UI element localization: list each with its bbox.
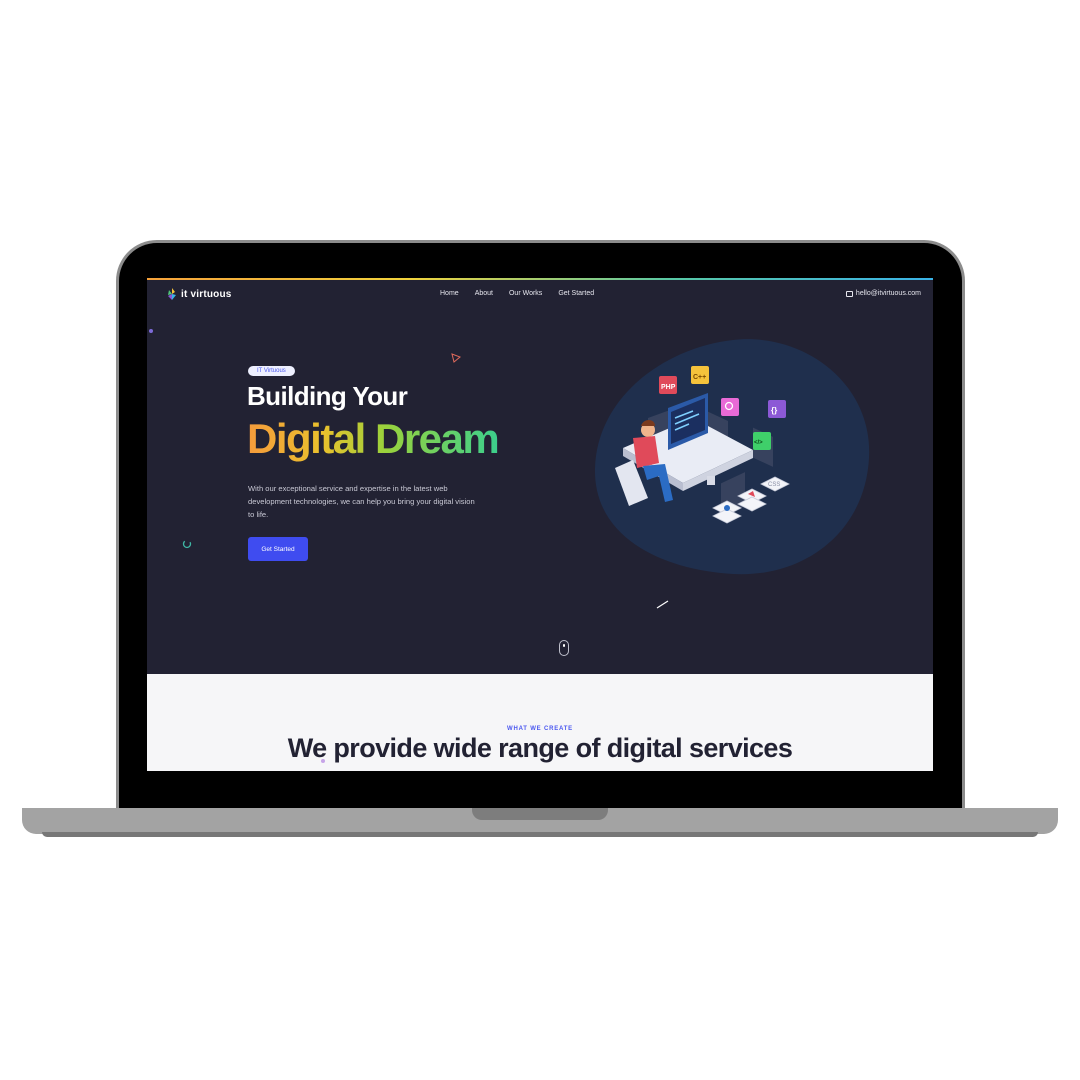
tile-code: </> <box>754 440 763 446</box>
brand-name: it virtuous <box>181 288 232 300</box>
services-eyebrow: WHAT WE CREATE <box>507 726 573 732</box>
get-started-button[interactable]: Get Started <box>248 537 308 561</box>
browser-viewport: it virtuous Home About Our Works Get Sta… <box>147 278 933 771</box>
laptop-base-shadow <box>42 832 1038 837</box>
hero-title-line2: Digital Dream <box>247 415 500 462</box>
tile-php: PHP <box>661 384 676 391</box>
laptop-notch <box>472 808 608 820</box>
tile-braces: {} <box>771 406 777 415</box>
hero-badge: IT Virtuous <box>248 366 295 376</box>
nav-our-works[interactable]: Our Works <box>509 290 542 297</box>
main-menu: Home About Our Works Get Started <box>440 290 594 297</box>
services-section: WHAT WE CREATE We provide wide range of … <box>147 674 933 771</box>
decor-dot <box>149 329 153 333</box>
ring-decor-icon <box>182 539 192 549</box>
line-decor-icon <box>656 600 669 609</box>
tile-css: CSS <box>768 482 780 488</box>
services-title: We provide wide range of digital service… <box>287 733 793 763</box>
leaf-logo-icon <box>168 288 176 300</box>
nav-get-started[interactable]: Get Started <box>558 290 594 297</box>
navbar: it virtuous Home About Our Works Get Sta… <box>147 280 933 310</box>
brand-logo[interactable]: it virtuous <box>167 288 232 300</box>
nav-about[interactable]: About <box>475 290 493 297</box>
mail-icon <box>845 290 853 297</box>
email-link[interactable]: hello@itvirtuous.com <box>845 290 921 297</box>
scroll-indicator[interactable] <box>559 640 569 656</box>
email-address: hello@itvirtuous.com <box>855 290 921 297</box>
tile-cpp: C++ <box>693 374 706 381</box>
triangle-decor-icon <box>451 353 461 363</box>
scroll-dot <box>563 644 565 647</box>
hero-description: With our exceptional service and experti… <box>248 484 475 519</box>
hero-illustration: PHP C++ {} </> CSS <box>594 339 870 575</box>
hero-title-line1: Building Your <box>247 381 408 411</box>
nav-home[interactable]: Home <box>440 290 459 297</box>
